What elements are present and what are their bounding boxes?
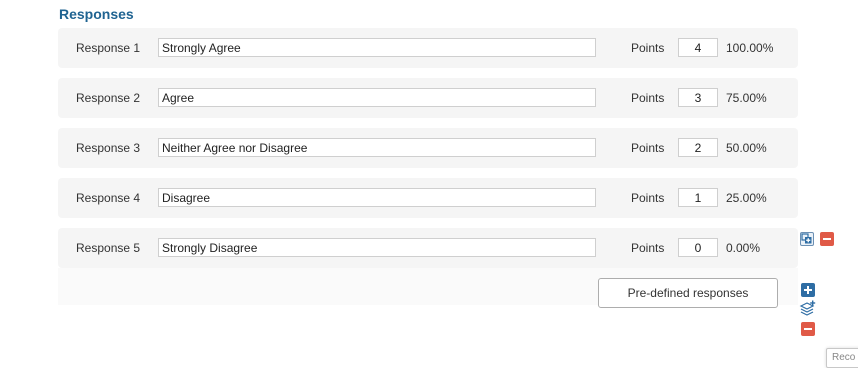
response-label: Response 4 — [76, 191, 141, 205]
response-label: Response 2 — [76, 91, 141, 105]
percent-value: 25.00% — [726, 191, 767, 205]
response-text-input[interactable] — [158, 88, 596, 107]
response-row-1: Response 1 Points 100.00% — [58, 28, 798, 68]
percent-value: 50.00% — [726, 141, 767, 155]
response-label: Response 1 — [76, 41, 141, 55]
points-label: Points — [631, 91, 665, 105]
layers-add-icon[interactable] — [799, 300, 817, 316]
percent-value: 100.00% — [726, 41, 774, 55]
response-row-5: Response 5 Points 0.00% — [58, 228, 798, 268]
section-title: Responses — [59, 6, 134, 22]
tooltip-text: Reco — [832, 352, 856, 363]
points-label: Points — [631, 41, 665, 55]
response-row-3: Response 3 Points 50.00% — [58, 128, 798, 168]
tooltip: Reco — [826, 348, 858, 368]
minus-icon[interactable] — [801, 322, 815, 336]
response-label: Response 5 — [76, 241, 141, 255]
predefined-responses-button[interactable]: Pre-defined responses — [598, 278, 778, 308]
response-row-4: Response 4 Points 25.00% — [58, 178, 798, 218]
points-input[interactable] — [678, 238, 718, 257]
response-text-input[interactable] — [158, 238, 596, 257]
minus-icon[interactable] — [820, 232, 834, 246]
duplicate-icon[interactable] — [800, 232, 814, 246]
points-input[interactable] — [678, 188, 718, 207]
response-label: Response 3 — [76, 141, 141, 155]
response-text-input[interactable] — [158, 188, 596, 207]
points-input[interactable] — [678, 138, 718, 157]
response-row-2: Response 2 Points 75.00% — [58, 78, 798, 118]
points-input[interactable] — [678, 38, 718, 57]
points-label: Points — [631, 241, 665, 255]
plus-icon[interactable] — [801, 283, 815, 297]
points-input[interactable] — [678, 88, 718, 107]
points-label: Points — [631, 141, 665, 155]
response-text-input[interactable] — [158, 38, 596, 57]
response-text-input[interactable] — [158, 138, 596, 157]
points-label: Points — [631, 191, 665, 205]
percent-value: 0.00% — [726, 241, 761, 255]
percent-value: 75.00% — [726, 91, 767, 105]
